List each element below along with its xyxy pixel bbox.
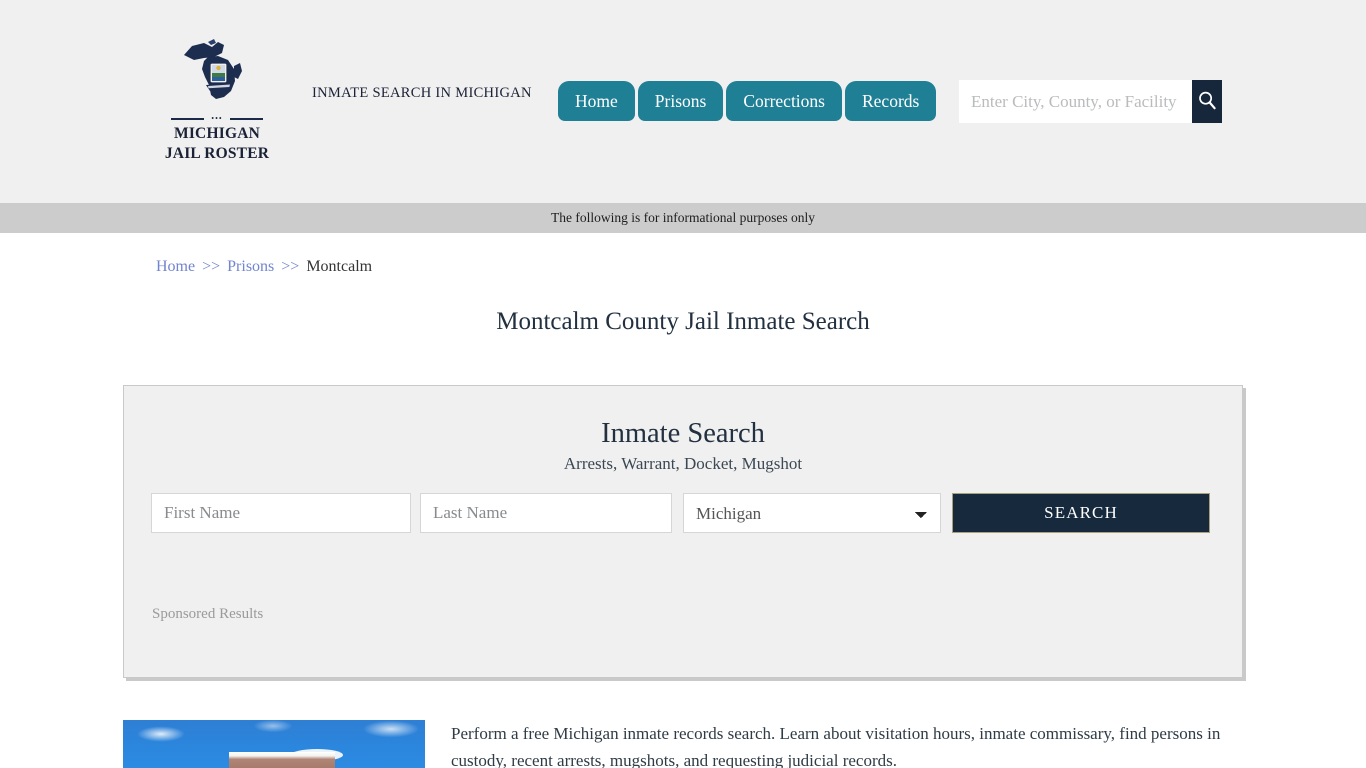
michigan-state-outline-icon — [178, 33, 256, 111]
logo-text-line1: MICHIGAN — [174, 125, 260, 142]
sponsored-results-label: Sponsored Results — [152, 606, 264, 622]
breadcrumb: Home >> Prisons >> Montcalm — [156, 258, 372, 276]
search-icon — [1197, 90, 1217, 113]
informational-banner: The following is for informational purpo… — [0, 203, 1366, 233]
state-select[interactable]: Michigan — [683, 493, 941, 533]
main-navigation: Home Prisons Corrections Records — [558, 79, 937, 121]
building-shape — [229, 752, 335, 768]
breadcrumb-separator: >> — [202, 258, 221, 275]
inmate-search-heading: Inmate Search — [601, 418, 765, 449]
breadcrumb-separator: >> — [281, 258, 300, 275]
inmate-search-form: Michigan SEARCH — [151, 493, 1215, 533]
breadcrumb-item-current: Montcalm — [306, 258, 373, 275]
header-search-input[interactable] — [959, 80, 1192, 123]
site-logo[interactable]: ••• MICHIGAN JAIL ROSTER — [163, 33, 271, 163]
nav-item-corrections[interactable]: Corrections — [726, 81, 842, 121]
logo-divider: ••• — [171, 114, 263, 123]
content-paragraph: Perform a free Michigan inmate records s… — [451, 724, 1221, 768]
logo-text-line2: JAIL ROSTER — [164, 145, 270, 162]
logo-divider-dots: ••• — [211, 114, 223, 123]
header-search-button[interactable] — [1192, 80, 1222, 123]
nav-item-prisons[interactable]: Prisons — [637, 81, 724, 121]
content-section: Perform a free Michigan inmate records s… — [123, 720, 1243, 768]
inmate-search-subheading: Arrests, Warrant, Docket, Mugshot — [563, 454, 803, 473]
nav-item-records[interactable]: Records — [844, 81, 937, 121]
breadcrumb-item-home[interactable]: Home — [156, 258, 195, 275]
site-tagline: INMATE SEARCH IN MICHIGAN — [312, 85, 532, 101]
last-name-input[interactable] — [420, 493, 672, 533]
inmate-search-submit-button[interactable]: SEARCH — [952, 493, 1210, 533]
breadcrumb-item-prisons[interactable]: Prisons — [227, 258, 274, 275]
site-header: ••• MICHIGAN JAIL ROSTER INMATE SEARCH I… — [0, 0, 1366, 203]
inmate-search-card: Inmate Search Arrests, Warrant, Docket, … — [123, 385, 1243, 678]
first-name-input[interactable] — [151, 493, 411, 533]
header-search — [959, 80, 1222, 123]
nav-item-home[interactable]: Home — [558, 81, 635, 121]
main-content: Home >> Prisons >> Montcalm Montcalm County … — [0, 233, 1366, 768]
page-title: Montcalm County Jail Inmate Search — [496, 308, 870, 335]
jail-building-photo — [123, 720, 425, 768]
